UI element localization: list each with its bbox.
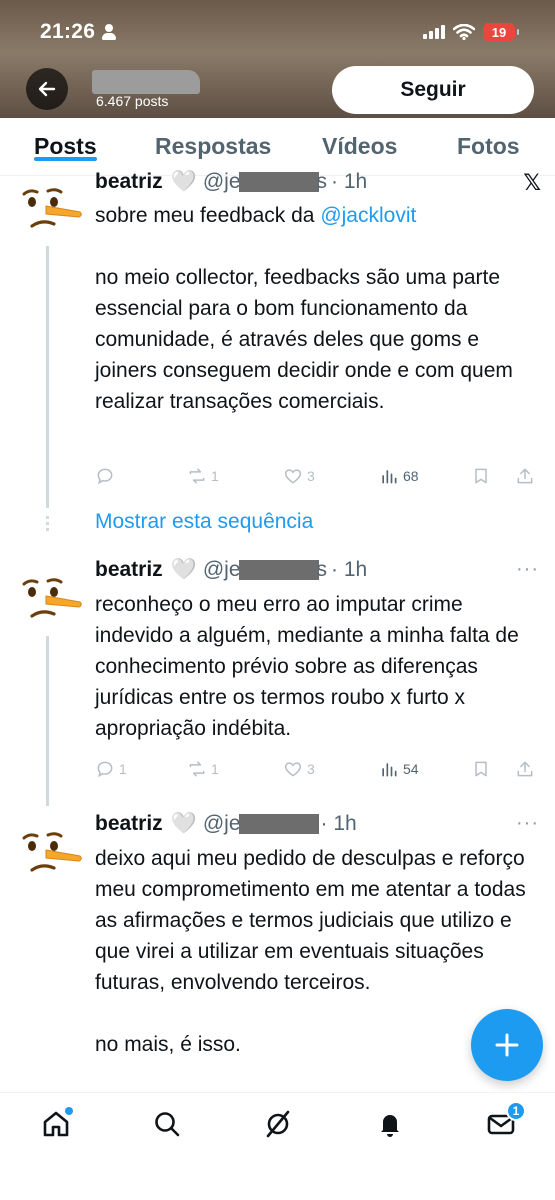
views-chart-icon (382, 763, 397, 777)
tweet-author-name[interactable]: beatriz (95, 170, 163, 194)
like-count: 3 (307, 761, 315, 777)
nav-messages[interactable]: 1 (484, 1101, 526, 1141)
more-options-button[interactable]: ··· (516, 558, 539, 581)
reply-icon (97, 468, 113, 485)
reply-count: 1 (119, 761, 127, 777)
share-icon (517, 468, 533, 484)
reply-button[interactable]: 1 (95, 759, 127, 779)
handle-redaction (238, 560, 319, 581)
profile-header: 21:26 19 6.467 posts Seguir (0, 0, 555, 118)
tweet-text: deixo aqui meu pedido de desculpas e ref… (95, 847, 526, 1056)
share-button[interactable] (515, 466, 535, 486)
handle-redaction (238, 814, 319, 835)
tweet-author-name[interactable]: beatriz (95, 558, 163, 582)
arrow-left-icon (38, 81, 56, 97)
mention-link[interactable]: @jacklovit (320, 204, 416, 227)
messages-badge: 1 (506, 1101, 526, 1121)
tweet-author-name[interactable]: beatriz (95, 812, 163, 836)
avatar[interactable] (10, 812, 84, 886)
tab-posts[interactable]: Posts (34, 118, 97, 161)
bottom-navigation: 1 (0, 1092, 555, 1200)
nav-notifications[interactable] (373, 1107, 407, 1141)
repost-count: 1 (211, 468, 219, 484)
search-icon (155, 1112, 180, 1137)
views-button[interactable]: 54 (379, 759, 419, 779)
plus-icon (495, 1033, 519, 1057)
heart-icon (284, 762, 302, 777)
tab-photos[interactable]: Fotos (457, 118, 520, 160)
avatar[interactable] (10, 558, 84, 632)
tweet-header: beatriz 🤍 @je s · 1h (95, 558, 367, 582)
like-button[interactable]: 3 (283, 759, 315, 779)
tweet-author-handle[interactable]: @je (203, 812, 319, 836)
tweet-text: reconheço o meu erro ao imputar crime in… (95, 593, 525, 740)
like-count: 3 (307, 468, 315, 484)
status-bar: 21:26 19 (40, 18, 519, 46)
bookmark-icon (475, 761, 487, 777)
status-time: 21:26 (40, 20, 96, 43)
reply-icon (97, 761, 113, 778)
thread-line (46, 246, 49, 508)
repost-icon (189, 468, 205, 484)
bookmark-button[interactable] (471, 466, 491, 486)
bookmark-button[interactable] (471, 759, 491, 779)
share-icon (517, 761, 533, 777)
tweet-author-handle[interactable]: @je s (203, 558, 327, 582)
tab-videos[interactable]: Vídeos (322, 118, 397, 160)
avatar[interactable] (10, 168, 84, 242)
post-count: 6.467 posts (96, 93, 169, 109)
follow-button[interactable]: Seguir (332, 66, 534, 114)
battery-icon: 19 (483, 23, 519, 41)
tweet-time[interactable]: · 1h (321, 812, 357, 836)
notification-dot (65, 1107, 73, 1115)
tweet-actions: 1 1 3 54 (95, 757, 535, 781)
tweet-header: beatriz 🤍 @je s · 1h (95, 170, 367, 194)
compose-post-button[interactable] (471, 1009, 543, 1081)
view-count: 68 (403, 468, 419, 484)
repost-button[interactable]: 1 (187, 759, 219, 779)
nav-search[interactable] (150, 1107, 184, 1141)
show-thread-link[interactable]: Mostrar esta sequência (95, 510, 313, 534)
bell-icon (381, 1115, 399, 1137)
repost-button[interactable]: 1 (187, 466, 219, 486)
thread-line (46, 636, 49, 806)
grok-icon (266, 1110, 290, 1138)
tab-replies[interactable]: Respostas (155, 118, 271, 160)
nav-home[interactable] (39, 1107, 73, 1141)
thread-line-dotted (46, 516, 49, 534)
nav-grok[interactable] (261, 1107, 295, 1141)
reply-button[interactable] (95, 466, 119, 486)
views-chart-icon (382, 470, 397, 484)
views-button[interactable]: 68 (379, 466, 419, 486)
heart-icon (284, 469, 302, 484)
profile-name-redacted (92, 70, 200, 94)
view-count: 54 (403, 761, 419, 777)
share-button[interactable] (515, 759, 535, 779)
white-heart-emoji: 🤍 (170, 812, 197, 835)
more-options-button[interactable]: ··· (516, 812, 539, 835)
repost-count: 1 (211, 761, 219, 777)
tweet-time[interactable]: · 1h (331, 170, 367, 194)
like-button[interactable]: 3 (283, 466, 315, 486)
person-icon (101, 23, 117, 41)
handle-redaction (238, 172, 319, 193)
tweet-actions: 1 3 68 (95, 464, 535, 488)
wifi-icon (453, 24, 475, 40)
white-heart-emoji: 🤍 (170, 558, 197, 581)
bookmark-icon (475, 468, 487, 484)
tweet-time[interactable]: · 1h (331, 558, 367, 582)
tweet-text: sobre meu feedback da @jacklovit no meio… (95, 204, 513, 413)
cellular-signal-icon (423, 25, 445, 39)
white-heart-emoji: 🤍 (170, 170, 197, 193)
tweet-header: beatriz 🤍 @je · 1h (95, 812, 357, 836)
repost-icon (189, 761, 205, 777)
back-button[interactable] (26, 68, 68, 110)
x-logo-icon: 𝕏 (523, 170, 541, 195)
tweet-author-handle[interactable]: @je s (203, 170, 327, 194)
